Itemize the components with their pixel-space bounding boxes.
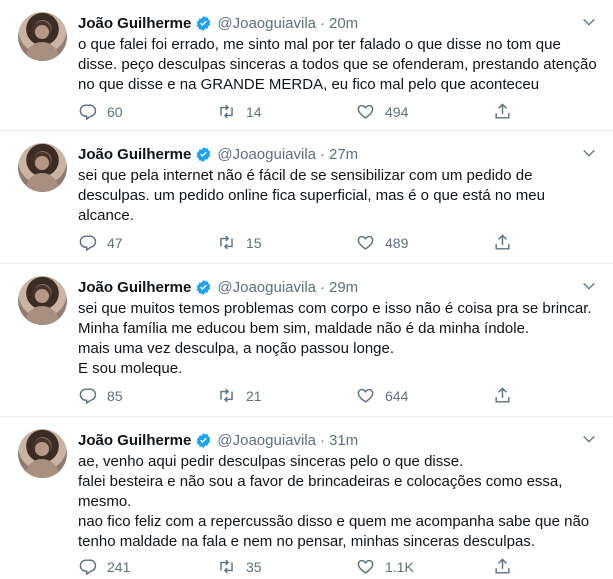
like-button[interactable]: 489 [356,233,408,252]
like-icon [357,559,374,574]
verified-badge-icon [197,279,211,295]
author-handle[interactable]: @Joaoguiavila [217,279,316,296]
author-handle[interactable]: @Joaoguiavila [217,146,316,163]
retweet-button[interactable]: 14 [217,102,262,121]
reply-icon [79,388,97,405]
like-button[interactable]: 1.1K [356,557,414,576]
share-icon [495,103,510,119]
reply-icon [79,235,97,252]
author-handle[interactable]: @Joaoguiavila [217,15,316,32]
chevron-down-icon[interactable] [581,145,597,161]
verified-badge-icon [197,146,211,162]
tweet-line: Minha família me educou bem sim, maldade… [78,320,530,337]
separator-dot: · [320,431,325,449]
timestamp[interactable]: 27m [329,146,358,163]
tweet-feed: João Guilherme @Joaoguiavila · 20m o que… [0,0,613,576]
tweet-text: o que falei foi errado, me sinto mal por… [78,35,598,95]
share-icon [495,234,510,250]
tweet-line: o que falei foi errado, me sinto mal por… [78,36,561,53]
reply-icon [79,104,97,121]
like-icon [357,388,374,403]
avatar[interactable] [18,276,67,325]
author-name[interactable]: João Guilherme [78,279,191,296]
tweet[interactable]: João Guilherme @Joaoguiavila · 29m sei q… [0,264,613,417]
tweet-line: falei besteira e não sou a favor de brin… [78,473,563,490]
timestamp[interactable]: 20m [329,15,358,32]
share-button[interactable] [493,102,522,121]
tweet-text: ae, venho aqui pedir desculpas sinceras … [78,452,598,552]
tweet-line: sei que muitos temos problemas com corpo… [78,300,592,317]
share-button[interactable] [493,386,522,405]
like-count: 489 [385,234,409,251]
tweet-line: disse. peço desculpas sinceras a todos q… [78,56,597,73]
retweet-button[interactable]: 15 [217,233,262,252]
tweet[interactable]: João Guilherme @Joaoguiavila · 20m o que… [0,0,613,131]
reply-button[interactable]: 47 [78,233,123,252]
verified-badge-icon [197,15,211,31]
retweet-button[interactable]: 35 [217,557,262,576]
reply-count: 47 [107,234,123,251]
retweet-count: 21 [246,387,262,404]
timestamp[interactable]: 29m [329,279,358,296]
reply-button[interactable]: 241 [78,557,130,576]
tweet-line: tenho maldade na fala e nem no pensar, m… [78,533,535,550]
separator-dot: · [320,145,325,163]
tweet-actions: 85 21 644 [78,386,510,408]
share-button[interactable] [493,233,522,252]
reply-count: 60 [107,103,123,120]
chevron-down-icon[interactable] [581,431,597,447]
chevron-down-icon[interactable] [581,14,597,30]
like-button[interactable]: 494 [356,102,408,121]
tweet-line: E sou moleque. [78,360,183,377]
tweet-actions: 60 14 494 [78,102,510,124]
author-name[interactable]: João Guilherme [78,432,191,449]
retweet-count: 14 [246,103,262,120]
like-count: 1.1K [385,558,414,575]
avatar[interactable] [18,429,67,478]
chevron-down-icon[interactable] [581,278,597,294]
retweet-icon [220,235,233,250]
retweet-icon [220,388,233,403]
reply-count: 241 [107,558,131,575]
separator-dot: · [320,14,325,32]
like-icon [357,104,374,119]
tweet[interactable]: João Guilherme @Joaoguiavila · 31m ae, v… [0,417,613,576]
tweet-line: desculpas. um pedido online fica superfi… [78,187,545,204]
reply-button[interactable]: 85 [78,386,123,405]
like-icon [357,235,374,250]
retweet-button[interactable]: 21 [217,386,262,405]
like-count: 494 [385,103,409,120]
separator-dot: · [320,278,325,296]
avatar[interactable] [18,12,67,61]
tweet-text: sei que pela internet não é fácil de se … [78,166,598,226]
share-button[interactable] [493,557,522,576]
author-name[interactable]: João Guilherme [78,15,191,32]
tweet-line: no que disse e na GRANDE MERDA, eu fico … [78,76,540,93]
retweet-icon [220,104,233,119]
share-icon [495,558,510,574]
reply-button[interactable]: 60 [78,102,123,121]
share-icon [495,387,510,403]
avatar[interactable] [18,143,67,192]
reply-count: 85 [107,387,123,404]
tweet-line: mesmo. [78,493,132,510]
tweet-line: sei que pela internet não é fácil de se … [78,167,533,184]
retweet-icon [220,559,233,574]
retweet-count: 15 [246,234,262,251]
like-button[interactable]: 644 [356,386,408,405]
like-count: 644 [385,387,409,404]
tweet[interactable]: João Guilherme @Joaoguiavila · 27m sei q… [0,131,613,264]
tweet-line: alcance. [78,207,134,224]
tweet-line: ae, venho aqui pedir desculpas sinceras … [78,453,464,470]
author-handle[interactable]: @Joaoguiavila [217,432,316,449]
tweet-line: mais uma vez desculpa, a noção passou lo… [78,340,395,357]
retweet-count: 35 [246,558,262,575]
verified-badge-icon [197,432,211,448]
timestamp[interactable]: 31m [329,432,358,449]
tweet-text: sei que muitos temos problemas com corpo… [78,299,598,379]
tweet-actions: 47 15 489 [78,233,510,255]
tweet-line: nao fico feliz com a repercussão disso e… [78,513,590,530]
reply-icon [79,559,97,576]
author-name[interactable]: João Guilherme [78,146,191,163]
